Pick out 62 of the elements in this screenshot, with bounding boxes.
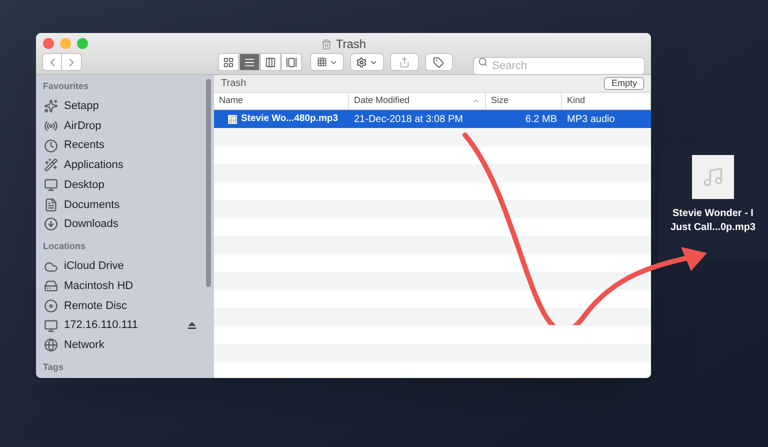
sidebar-item[interactable]: Macintosh HD <box>64 278 134 295</box>
column-header[interactable]: Date Modified <box>354 94 410 108</box>
hard-drive-icon <box>44 279 58 294</box>
trash-icon <box>320 38 332 50</box>
file-row[interactable]: Stevie Wo...480p.mp3 21-Dec-2018 at 3:08 PM 6.2 MB MP3 audio <box>214 110 651 128</box>
sidebar-item[interactable]: Applications <box>64 157 124 174</box>
monitor-icon <box>44 318 58 333</box>
search-field[interactable]: Search <box>473 57 645 75</box>
folder-title: Trash <box>221 77 246 91</box>
download-icon <box>44 217 58 232</box>
applications-icon <box>44 158 58 172</box>
desktop-file-name: Stevie Wonder - I Just Call...0p.mp3 <box>670 207 756 235</box>
sidebar-item[interactable]: Setapp <box>64 98 99 115</box>
empty-button[interactable]: Empty <box>604 77 644 90</box>
sidebar-item[interactable]: iCloud Drive <box>64 258 124 275</box>
grid-icon <box>316 57 327 67</box>
file-date: 21-Dec-2018 at 3:08 PM <box>353 112 464 126</box>
window-title: Trash <box>336 36 366 53</box>
clock-icon <box>44 138 58 153</box>
airdrop-icon <box>44 119 58 134</box>
tag-button[interactable] <box>424 53 454 71</box>
gear-icon <box>356 56 368 68</box>
disc-icon <box>44 299 58 314</box>
column-header[interactable]: Kind <box>567 94 586 108</box>
gallery-view-icon <box>286 56 297 68</box>
icons-view-icon <box>223 56 234 68</box>
sidebar-item[interactable]: Network <box>64 337 104 354</box>
sidebar-item[interactable]: Recents <box>64 137 104 154</box>
sidebar-heading: Favourites <box>43 80 90 93</box>
tag-icon <box>433 56 444 68</box>
columns-view-icon <box>265 56 276 68</box>
file-kind: MP3 audio <box>566 112 616 126</box>
view-mode-button[interactable] <box>260 53 281 71</box>
globe-icon <box>44 338 58 352</box>
sidebar-item[interactable]: 172.16.110.111 <box>64 317 138 334</box>
sidebar-item[interactable]: Remote Disc <box>64 298 127 314</box>
sidebar-item[interactable]: Desktop <box>64 176 104 194</box>
file-name: Stevie Wo...480p.mp3 <box>241 112 338 126</box>
sidebar-heading: Tags <box>43 361 64 374</box>
sidebar-item[interactable]: Downloads <box>64 216 118 233</box>
share-icon <box>399 56 410 68</box>
view-mode-button[interactable] <box>218 53 239 71</box>
document-icon <box>44 198 58 212</box>
view-mode-button[interactable] <box>281 53 302 71</box>
audio-file-icon <box>228 114 237 124</box>
sidebar-heading: Locations <box>43 240 87 254</box>
search-icon <box>478 57 488 67</box>
column-header[interactable]: Name <box>219 94 244 108</box>
music-note-icon <box>702 166 724 188</box>
column-header[interactable]: Size <box>491 94 509 108</box>
sidebar-item[interactable]: Documents <box>64 196 120 214</box>
cloud-icon <box>44 260 58 274</box>
scrollbar[interactable] <box>206 79 211 287</box>
action-button[interactable] <box>350 53 384 71</box>
file-size: 6.2 MB <box>524 112 558 126</box>
sparkle-icon <box>44 99 58 114</box>
eject-icon[interactable] <box>188 322 196 330</box>
view-mode-button[interactable] <box>239 53 260 71</box>
list-view-icon <box>244 56 255 68</box>
monitor-icon <box>44 178 58 192</box>
sidebar-item[interactable]: AirDrop <box>64 118 102 134</box>
group-button[interactable] <box>310 53 344 71</box>
